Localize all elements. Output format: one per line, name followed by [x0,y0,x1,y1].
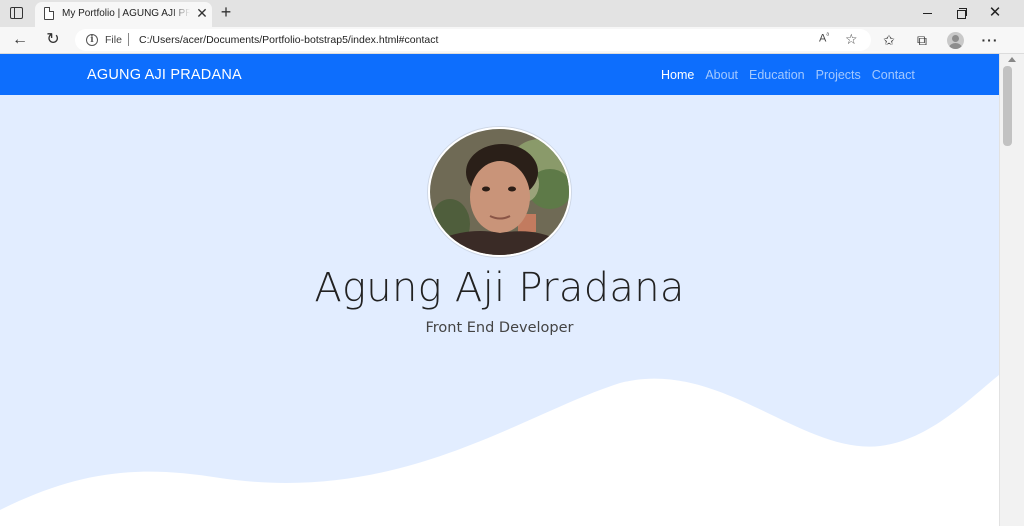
read-aloud-icon[interactable]: Aᵃ [819,32,829,45]
page-scrollbar[interactable] [999,54,1024,526]
navbar-brand[interactable]: AGUNG AJI PRADANA [87,67,242,83]
arrow-left-icon[interactable]: ← [9,30,31,50]
scroll-up-icon[interactable] [1008,57,1016,62]
wave-divider [0,375,999,526]
nav-link-contact[interactable]: Contact [872,68,915,82]
tab-title: My Portfolio | AGUNG AJI PRADANA [62,8,190,19]
favorites-icon[interactable]: ✩ [880,31,898,49]
address-scheme: File [105,34,122,46]
nav-link-education[interactable]: Education [749,68,805,82]
address-separator [128,33,129,46]
restore-button[interactable] [951,4,971,22]
info-icon[interactable]: i [86,34,98,46]
nav-link-home[interactable]: Home [661,68,694,82]
close-window-button[interactable]: ✕ [985,4,1005,22]
add-favorite-icon[interactable]: ☆ [845,31,858,48]
minimize-button[interactable] [917,4,937,22]
browser-toolbar: ← ↻ i File C:/Users/acer/Documents/Portf… [0,27,1024,54]
page-viewport: AGUNG AJI PRADANA Home About Education P… [0,54,1024,526]
page-icon [44,7,54,20]
hero-section: Agung Aji Pradana Front End Developer [0,95,999,526]
reload-icon[interactable]: ↻ [42,30,64,50]
browser-title-bar: My Portfolio | AGUNG AJI PRADANA ✕ + ✕ [0,0,1024,27]
profile-icon[interactable] [947,32,964,49]
address-bar[interactable]: i File C:/Users/acer/Documents/Portfolio… [75,29,871,51]
more-icon[interactable]: ··· [981,31,999,49]
nav-link-about[interactable]: About [705,68,738,82]
site-navbar: AGUNG AJI PRADANA Home About Education P… [0,54,999,95]
nav-link-projects[interactable]: Projects [816,68,861,82]
address-url[interactable]: C:/Users/acer/Documents/Portfolio-botstr… [139,34,438,46]
scroll-thumb[interactable] [1003,66,1012,146]
new-tab-button[interactable]: + [218,3,234,21]
collections-icon[interactable]: ⧉ [913,31,931,49]
navbar-links: Home About Education Projects Contact [661,68,915,82]
browser-tab[interactable]: My Portfolio | AGUNG AJI PRADANA ✕ [35,2,212,27]
tab-close-button[interactable]: ✕ [195,6,209,20]
tab-actions-icon[interactable] [10,7,23,19]
